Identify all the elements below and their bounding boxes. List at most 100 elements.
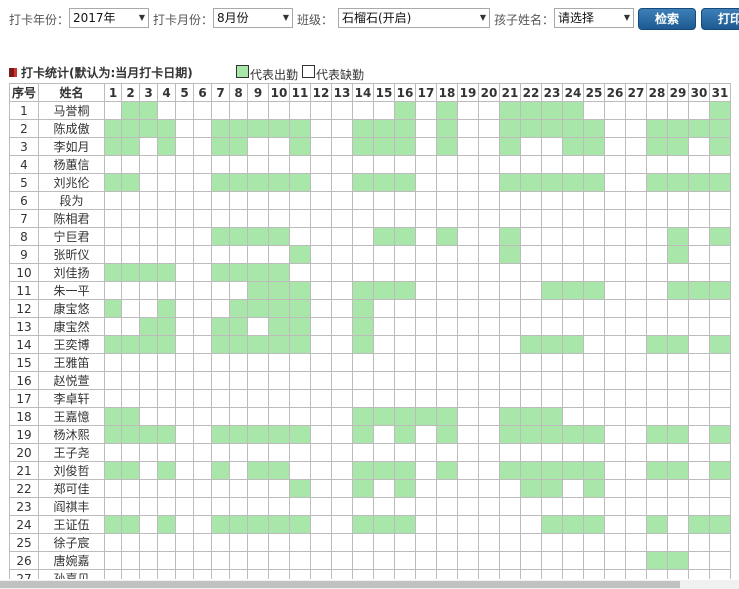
attendance-cell-absent (436, 533, 458, 552)
attendance-cell-absent (175, 389, 194, 408)
student-name: 刘兆伦 (38, 173, 105, 192)
column-header-day: 2 (121, 83, 140, 102)
attendance-cell-present (520, 101, 542, 120)
table-row: 14 王奕博 (9, 335, 731, 354)
attendance-cell-absent (121, 533, 140, 552)
attendance-cell-absent (193, 137, 212, 156)
attendance-cell-absent (104, 389, 122, 408)
attendance-cell-absent (667, 101, 689, 120)
row-index: 9 (9, 245, 39, 264)
column-header-index: 序号 (9, 83, 39, 102)
attendance-cell-absent (709, 407, 731, 426)
attendance-cell-absent (331, 335, 353, 354)
attendance-cell-present (289, 137, 311, 156)
horizontal-scrollbar[interactable] (0, 580, 739, 589)
student-name: 郑可佳 (38, 479, 105, 498)
attendance-cell-present (562, 101, 584, 120)
attendance-cell-absent (193, 245, 212, 264)
attendance-cell-absent (289, 155, 311, 174)
attendance-cell-present (268, 335, 290, 354)
attendance-cell-absent (331, 479, 353, 498)
attendance-cell-absent (229, 533, 248, 552)
attendance-cell-absent (211, 569, 230, 579)
attendance-cell-absent (193, 299, 212, 318)
column-header-day: 5 (175, 83, 194, 102)
attendance-cell-absent (331, 137, 353, 156)
attendance-cell-absent (667, 209, 689, 228)
attendance-cell-absent (121, 443, 140, 462)
attendance-cell-absent (625, 101, 647, 120)
attendance-cell-absent (415, 227, 437, 246)
attendance-cell-present (541, 335, 563, 354)
row-index: 3 (9, 137, 39, 156)
attendance-cell-absent (646, 389, 668, 408)
attendance-cell-present (520, 173, 542, 192)
attendance-cell-absent (457, 155, 479, 174)
attendance-cell-absent (583, 353, 605, 372)
attendance-cell-present (121, 407, 140, 426)
attendance-cell-absent (667, 515, 689, 534)
attendance-cell-absent (604, 209, 626, 228)
attendance-cell-present (394, 515, 416, 534)
column-header-day: 27 (625, 83, 647, 102)
scrollbar-thumb[interactable] (0, 581, 680, 588)
student-name: 康宝悠 (38, 299, 105, 318)
attendance-cell-absent (583, 371, 605, 390)
attendance-cell-absent (139, 515, 158, 534)
attendance-cell-absent (104, 551, 122, 570)
print-button[interactable]: 打印 (701, 8, 739, 30)
attendance-cell-absent (373, 479, 395, 498)
attendance-cell-absent (352, 101, 374, 120)
month-label: 打卡月份： (153, 13, 214, 27)
student-name: 李如月 (38, 137, 105, 156)
attendance-cell-absent (520, 263, 542, 282)
month-select[interactable]: 8月份 ▼ (213, 8, 293, 28)
attendance-cell-absent (373, 299, 395, 318)
column-header-day: 11 (289, 83, 311, 102)
attendance-cell-present (211, 227, 230, 246)
attendance-cell-present (499, 425, 521, 444)
attendance-cell-absent (139, 155, 158, 174)
attendance-cell-absent (373, 263, 395, 282)
table-row: 2 陈成傲 (9, 119, 731, 138)
column-header-day: 4 (157, 83, 176, 102)
row-index: 18 (9, 407, 39, 426)
attendance-cell-absent (688, 479, 710, 498)
attendance-cell-present (268, 425, 290, 444)
attendance-cell-present (562, 137, 584, 156)
attendance-cell-absent (520, 533, 542, 552)
attendance-cell-absent (478, 335, 500, 354)
dropdown-arrow-icon: ▼ (479, 13, 486, 22)
attendance-cell-absent (415, 551, 437, 570)
attendance-cell-absent (688, 137, 710, 156)
attendance-cell-absent (478, 371, 500, 390)
attendance-cell-absent (310, 335, 332, 354)
attendance-cell-present (247, 263, 269, 282)
attendance-cell-present (229, 173, 248, 192)
attendance-cell-present (247, 425, 269, 444)
column-header-day: 29 (667, 83, 689, 102)
attendance-cell-absent (625, 173, 647, 192)
attendance-cell-absent (104, 569, 122, 579)
attendance-cell-absent (104, 317, 122, 336)
attendance-cell-absent (331, 191, 353, 210)
attendance-cell-present (352, 335, 374, 354)
attendance-cell-present (139, 101, 158, 120)
attendance-cell-present (583, 119, 605, 138)
student-name: 王奕博 (38, 335, 105, 354)
attendance-cell-absent (604, 299, 626, 318)
attendance-cell-absent (688, 155, 710, 174)
student-name: 张昕仪 (38, 245, 105, 264)
attendance-cell-absent (139, 479, 158, 498)
attendance-cell-absent (289, 443, 311, 462)
attendance-cell-absent (604, 551, 626, 570)
class-select[interactable]: 石榴石(开启) ▼ (338, 8, 490, 28)
attendance-cell-present (688, 515, 710, 534)
attendance-cell-absent (415, 335, 437, 354)
search-button[interactable]: 检索 (638, 8, 696, 30)
year-select[interactable]: 2017年 ▼ (69, 8, 149, 28)
attendance-cell-absent (331, 227, 353, 246)
attendance-cell-absent (352, 227, 374, 246)
column-header-day: 6 (193, 83, 212, 102)
child-select[interactable]: 请选择 ▼ (554, 8, 634, 28)
